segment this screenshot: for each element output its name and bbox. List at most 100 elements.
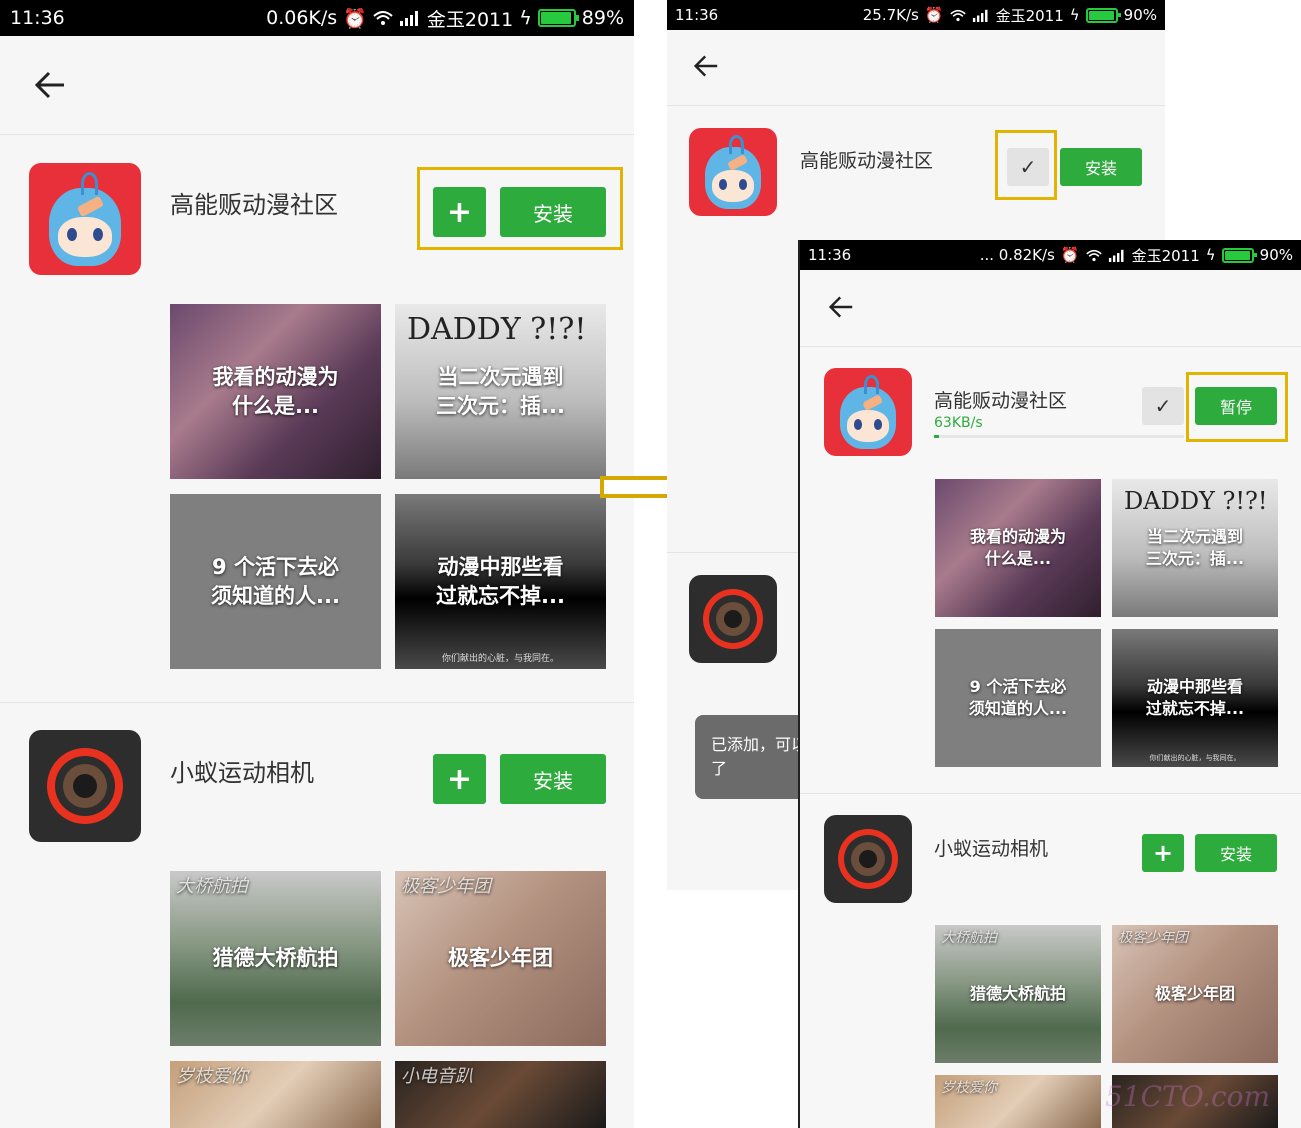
tile-deco-text: DADDY ?!?! <box>1124 487 1268 515</box>
article-tile[interactable]: 岁枝爱你 <box>935 1075 1101 1128</box>
tile-title: 当二次元遇到 三次元：插... <box>1145 527 1245 568</box>
tile-title: 9 个活下去必 须知道的人... <box>968 677 1068 718</box>
download-progress-bar <box>934 435 1184 438</box>
article-tile[interactable]: 岁枝爱你 <box>170 1061 381 1128</box>
tile-title: 动漫中那些看 过就忘不掉... <box>436 555 565 608</box>
status-time: 11:36 <box>675 6 719 24</box>
tile-caption: 你们献出的心脏，与我同在。 <box>441 653 559 664</box>
tile-title: 极客少年团 <box>448 946 553 971</box>
screen-1: 11:36 0.06K/s ⏰ 金玉2011 ϟ 89% 高能贩动漫社区 + 安… <box>0 0 634 1128</box>
battery-icon <box>537 9 579 27</box>
header-divider <box>0 134 634 135</box>
install-button[interactable]: 安装 <box>1195 834 1277 872</box>
status-time: 11:36 <box>808 246 852 264</box>
back-arrow-icon[interactable] <box>693 54 719 78</box>
header-divider <box>800 346 1301 347</box>
camera-lens-icon[interactable] <box>29 730 141 842</box>
section-divider <box>0 702 634 703</box>
anime-girl-icon[interactable] <box>29 163 141 275</box>
article-tile[interactable]: 大桥航拍猎德大桥航拍 <box>170 871 381 1046</box>
article-tile[interactable]: 小电音趴 <box>395 1061 606 1128</box>
charging-icon: ϟ <box>519 7 532 29</box>
battery-icon <box>1221 247 1257 263</box>
article-tile[interactable]: 我看的动漫为 什么是... <box>170 304 381 479</box>
signal-icon <box>399 11 418 26</box>
charging-icon: ϟ <box>1069 6 1080 24</box>
tile-title: 9 个活下去必 须知道的人... <box>211 555 340 608</box>
added-check-button[interactable]: ✓ <box>1007 148 1049 186</box>
app-name: 小蚁运动相机 <box>934 838 1049 860</box>
tile-title: 极客少年团 <box>1154 984 1235 1004</box>
status-bar: 11:36 ... 0.82K/s ⏰ 金玉2011 ϟ 90% <box>800 240 1301 270</box>
tile-deco-text: 大桥航拍 <box>176 876 248 897</box>
camera-lens-icon[interactable] <box>689 575 777 663</box>
alarm-icon: ⏰ <box>924 6 944 24</box>
article-tile[interactable]: 极客少年团 极客少年团 <box>1112 925 1278 1063</box>
article-tile[interactable]: DADDY ?!?! 当二次元遇到 三次元：插... <box>1112 479 1278 617</box>
wifi-icon <box>1085 249 1102 261</box>
added-check-button[interactable]: ✓ <box>1142 387 1184 425</box>
article-tile[interactable]: 大桥航拍猎德大桥航拍 <box>935 925 1101 1063</box>
carrier-name: 金玉2011 <box>1131 246 1200 265</box>
network-speed: 25.7K/s <box>862 6 919 24</box>
tile-deco-text: 大桥航拍 <box>941 930 997 946</box>
app-name: 高能贩动漫社区 <box>170 191 338 219</box>
wifi-icon <box>373 11 393 25</box>
article-tile[interactable]: 极客少年团 极客少年团 <box>395 871 606 1046</box>
charging-icon: ϟ <box>1205 246 1216 264</box>
status-bar: 11:36 0.06K/s ⏰ 金玉2011 ϟ 89% <box>0 0 634 36</box>
install-button[interactable]: 安装 <box>500 754 606 804</box>
signal-icon <box>972 9 988 22</box>
screen-3: 11:36 ... 0.82K/s ⏰ 金玉2011 ϟ 90% 高能贩动漫社区… <box>800 240 1301 1128</box>
pause-button[interactable]: 暂停 <box>1195 387 1277 425</box>
tile-deco-text: DADDY ?!?! <box>407 312 587 347</box>
tile-title: 我看的动漫为 什么是... <box>969 527 1066 568</box>
battery-percent: 89% <box>581 7 624 29</box>
add-button[interactable]: + <box>1142 834 1184 872</box>
back-arrow-icon[interactable] <box>34 70 66 100</box>
anime-girl-icon[interactable] <box>824 368 912 456</box>
watermark: 51CTO.com <box>1105 1080 1271 1113</box>
anime-girl-icon[interactable] <box>689 128 777 216</box>
network-speed: ... 0.82K/s <box>979 246 1055 264</box>
add-button[interactable]: + <box>433 754 486 804</box>
install-button[interactable]: 安装 <box>500 187 606 237</box>
tile-deco-text: 岁枝爱你 <box>176 1066 248 1087</box>
back-arrow-icon[interactable] <box>828 295 854 319</box>
download-progress-fill <box>934 435 939 438</box>
article-tile[interactable]: 我看的动漫为 什么是... <box>935 479 1101 617</box>
app-name: 小蚁运动相机 <box>170 759 314 787</box>
signal-icon <box>1108 249 1124 262</box>
status-time: 11:36 <box>10 7 65 29</box>
article-tile[interactable]: 动漫中那些看 过就忘不掉... 你们献出的心脏，与我同在。 <box>395 494 606 669</box>
wifi-icon <box>949 9 966 21</box>
tile-title: 我看的动漫为 什么是... <box>212 365 339 418</box>
section-divider <box>800 793 1301 794</box>
tile-deco-text: 极客少年团 <box>401 876 491 897</box>
add-button[interactable]: + <box>433 187 486 237</box>
header-divider <box>667 105 1165 106</box>
network-speed: 0.06K/s <box>266 7 338 29</box>
tile-deco-text: 岁枝爱你 <box>941 1080 997 1096</box>
article-tile[interactable]: DADDY ?!?! 当二次元遇到 三次元：插... <box>395 304 606 479</box>
app-name: 高能贩动漫社区 <box>800 150 934 172</box>
tile-deco-text: 极客少年团 <box>1118 930 1188 946</box>
alarm-icon: ⏰ <box>1060 246 1080 264</box>
tile-title: 动漫中那些看 过就忘不掉... <box>1145 677 1245 718</box>
download-speed: 63KB/s <box>934 415 983 431</box>
status-bar: 11:36 25.7K/s ⏰ 金玉2011 ϟ 90% <box>667 0 1165 30</box>
app-name: 高能贩动漫社区 <box>934 390 1068 412</box>
article-tile[interactable]: 9 个活下去必 须知道的人... <box>935 629 1101 767</box>
tile-title: 猎德大桥航拍 <box>212 946 339 971</box>
camera-lens-icon[interactable] <box>824 815 912 903</box>
carrier-name: 金玉2011 <box>426 8 514 31</box>
tile-title: 猎德大桥航拍 <box>969 984 1066 1004</box>
article-tile[interactable]: 9 个活下去必 须知道的人... <box>170 494 381 669</box>
article-tile[interactable]: 动漫中那些看 过就忘不掉... 你们献出的心脏，与我同在。 <box>1112 629 1278 767</box>
carrier-name: 金玉2011 <box>995 6 1064 25</box>
battery-percent: 90% <box>1123 6 1157 24</box>
battery-icon <box>1085 7 1121 23</box>
install-button[interactable]: 安装 <box>1060 148 1142 186</box>
tile-deco-text: 小电音趴 <box>401 1066 473 1087</box>
alarm-icon: ⏰ <box>343 7 367 30</box>
